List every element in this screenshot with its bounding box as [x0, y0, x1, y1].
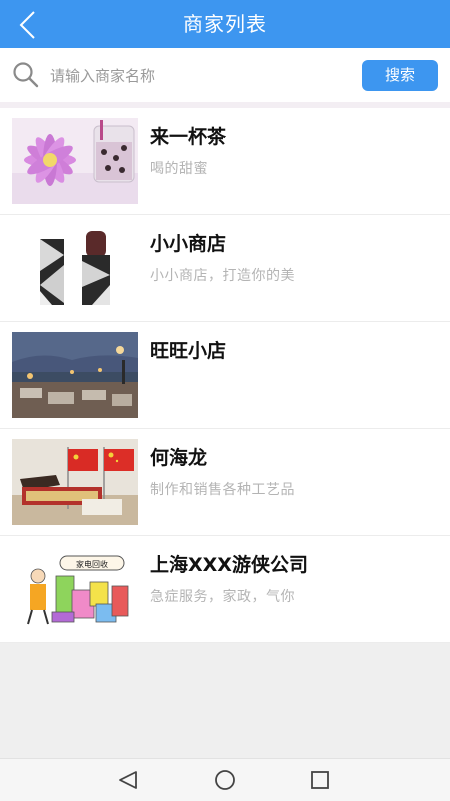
merchant-name: 旺旺小店 — [150, 340, 227, 362]
merchant-description: 制作和销售各种工艺品 — [150, 482, 295, 498]
merchant-item[interactable]: 来一杯茶 喝的甜蜜 — [0, 108, 450, 215]
flower-milk-tea-image — [12, 118, 138, 204]
night-street-image — [12, 332, 138, 418]
search-button[interactable]: 搜索 — [362, 60, 438, 91]
merchant-description: 急症服务，家政，气你 — [150, 589, 295, 605]
appliance-recycling-image: 家电回收 — [12, 546, 138, 632]
page-title: 商家列表 — [183, 12, 267, 36]
merchant-name: 来一杯茶 — [150, 126, 227, 148]
merchant-item[interactable]: 家电回收 上海XXX游侠公司 急症服务，家政，气你 — [0, 536, 450, 643]
merchant-name: 何海龙 — [150, 447, 208, 469]
merchant-name: 上海XXX游侠公司 — [150, 554, 308, 576]
merchant-item[interactable]: 旺旺小店 — [0, 322, 450, 429]
search-input[interactable] — [48, 60, 352, 92]
triangle-back-icon[interactable] — [116, 769, 140, 791]
merchant-description: 小小商店，打造你的美 — [150, 268, 295, 284]
system-nav-bar — [0, 758, 450, 801]
square-recents-icon[interactable] — [308, 769, 332, 791]
merchant-item[interactable]: 小小商店 小小商店，打造你的美 — [0, 215, 450, 322]
flags-handicraft-image — [12, 439, 138, 525]
merchant-name: 小小商店 — [150, 233, 227, 255]
merchant-item[interactable]: 何海龙 制作和销售各种工艺品 — [0, 429, 450, 536]
lipstick-image — [12, 225, 138, 311]
circle-home-icon[interactable] — [213, 769, 237, 791]
top-bar: 商家列表 — [0, 0, 450, 48]
thumbnail-caption: 家电回收 — [76, 559, 108, 569]
merchant-description: 喝的甜蜜 — [150, 161, 208, 177]
search-icon — [13, 62, 39, 88]
merchant-list: 来一杯茶 喝的甜蜜 小小商店 小小商店，打造你的美 旺旺小店 何海龙 制作和销售… — [0, 108, 450, 643]
